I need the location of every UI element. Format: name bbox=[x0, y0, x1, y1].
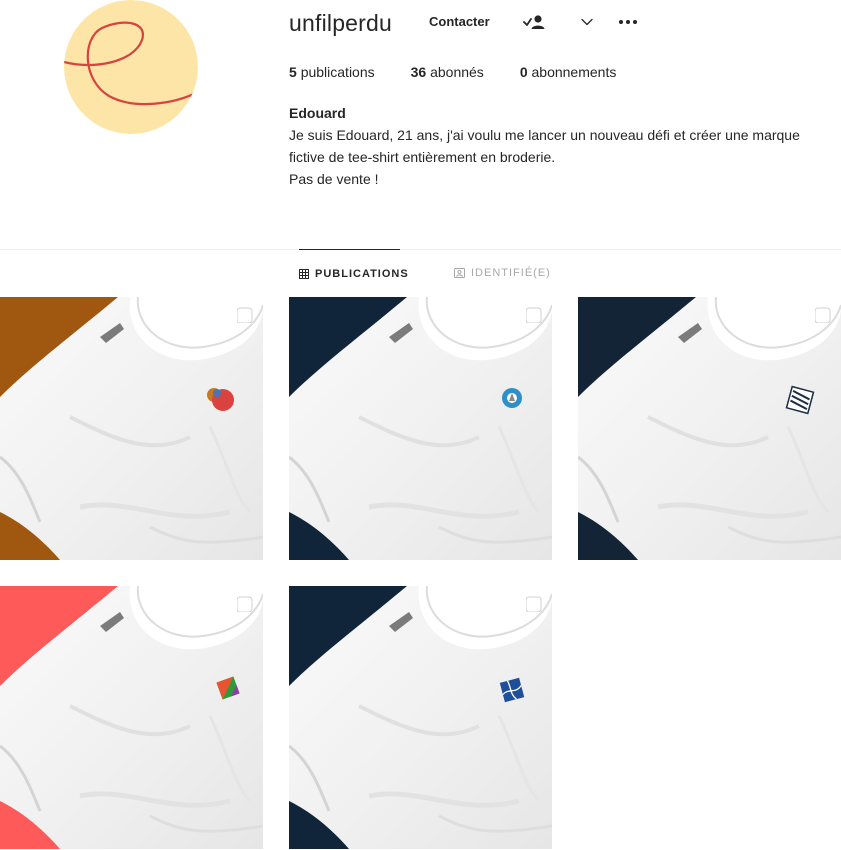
post-thumbnail[interactable] bbox=[0, 586, 263, 849]
person-check-icon bbox=[523, 15, 545, 29]
following-status-button[interactable] bbox=[520, 8, 548, 36]
bio-name: Edouard bbox=[289, 105, 346, 121]
followers-count[interactable]: 36 abonnés bbox=[411, 62, 484, 82]
posts-count: 5 publications bbox=[289, 62, 375, 82]
followers-count-value: 36 bbox=[410, 64, 427, 80]
grid-icon bbox=[299, 268, 309, 279]
following-count-value: 0 bbox=[519, 64, 528, 80]
profile-avatar[interactable] bbox=[64, 0, 198, 134]
post-thumbnail[interactable] bbox=[0, 297, 263, 560]
more-options-icon bbox=[619, 20, 637, 24]
tagged-icon bbox=[454, 268, 465, 278]
contact-button[interactable]: Contacter bbox=[420, 8, 499, 36]
avatar-background bbox=[64, 0, 198, 134]
tabs-divider bbox=[0, 249, 841, 250]
multiple-posts-icon bbox=[526, 305, 544, 323]
multiple-posts-icon bbox=[526, 594, 544, 612]
chevron-down-icon bbox=[581, 18, 593, 26]
multiple-posts-icon bbox=[815, 305, 833, 323]
profile-bio: Edouard Je suis Edouard, 21 ans, j'ai vo… bbox=[289, 102, 819, 190]
posts-count-label: publications bbox=[300, 64, 375, 80]
more-options-button[interactable] bbox=[614, 8, 642, 36]
post-thumbnail[interactable] bbox=[578, 297, 841, 560]
profile-stats: 5 publications 36 abonnés 0 abonnements bbox=[289, 62, 652, 82]
posts-count-value: 5 bbox=[289, 64, 297, 80]
profile-username: unfilperdu bbox=[289, 10, 393, 36]
following-count-label: abonnements bbox=[531, 64, 617, 80]
tab-tagged[interactable]: IDENTIFIÉ(E) bbox=[454, 249, 551, 297]
following-count[interactable]: 0 abonnements bbox=[520, 62, 617, 82]
multiple-posts-icon bbox=[237, 594, 255, 612]
post-thumbnail[interactable] bbox=[289, 586, 552, 849]
followers-count-label: abonnés bbox=[430, 64, 484, 80]
bio-line: fictive de tee-shirt entièrement en brod… bbox=[289, 149, 556, 165]
bio-line: Pas de vente ! bbox=[289, 171, 379, 187]
bio-line: Je suis Edouard, 21 ans, j'ai voulu me l… bbox=[289, 127, 800, 143]
suggestions-chevron-button[interactable] bbox=[573, 8, 601, 36]
tab-tagged-label: IDENTIFIÉ(E) bbox=[471, 267, 551, 279]
tab-publications-label: PUBLICATIONS bbox=[315, 267, 409, 280]
post-thumbnail[interactable] bbox=[289, 297, 552, 560]
tab-publications[interactable]: PUBLICATIONS bbox=[299, 249, 408, 297]
multiple-posts-icon bbox=[237, 305, 255, 323]
